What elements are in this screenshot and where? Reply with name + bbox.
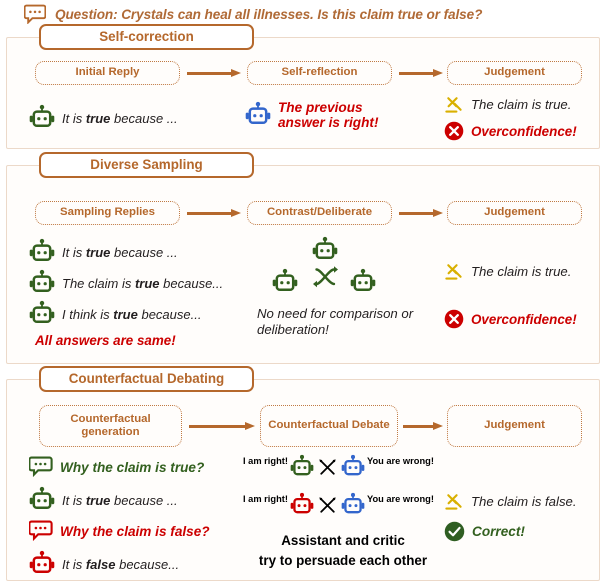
debate-row-2: I am right! You are wrong!	[243, 492, 434, 518]
speech-bubble-icon-green	[29, 456, 53, 478]
panel-title-diverse-sampling: Diverse Sampling	[39, 152, 254, 178]
check-circle-icon	[444, 521, 465, 542]
cf-reply-true-text: It is true because ...	[62, 492, 178, 508]
robot-icon-green	[29, 269, 55, 297]
stage-judgement: Judgement	[447, 61, 582, 85]
gavel-icon	[444, 95, 464, 115]
robot-icon-green	[312, 236, 338, 264]
panel-title-self-correction: Self-correction	[39, 24, 254, 50]
debate-right-label: You are wrong!	[366, 456, 434, 466]
judgement-verdict-text: Correct!	[472, 524, 525, 539]
robot-icon-green	[29, 104, 55, 132]
shuffle-icon	[312, 264, 339, 291]
judgement-verdict-line: Overconfidence!	[444, 121, 577, 141]
cf-reply-false-line: It is false because...	[29, 550, 179, 578]
sample-reply-text: It is true because ...	[62, 244, 178, 260]
sample-reply-text: I think is true because...	[62, 306, 202, 322]
robot-icon-blue	[341, 492, 365, 518]
judgement-claim-text: The claim is true.	[471, 264, 572, 280]
debate-caption-line1: Assistant and critic	[281, 533, 405, 548]
sampling-cluster	[262, 236, 392, 298]
gavel-icon	[444, 492, 464, 512]
crossed-swords-icon	[318, 496, 337, 515]
stage-judgement-2: Judgement	[447, 201, 582, 225]
judgement-verdict-text: Overconfidence!	[471, 311, 577, 327]
judgement-claim-line: The claim is true.	[444, 95, 571, 115]
stage-sampling-replies: Sampling Replies	[35, 201, 180, 225]
arrow-4	[399, 209, 443, 217]
cross-circle-icon	[444, 121, 464, 141]
gavel-icon	[444, 262, 464, 282]
judgement-claim-text: The claim is false.	[471, 494, 577, 510]
judgement-claim-text: The claim is true.	[471, 97, 572, 113]
judgement-verdict-line-2: Overconfidence!	[444, 309, 577, 329]
cf-question-true-line: Why the claim is true?	[29, 456, 204, 478]
stage-self-reflection: Self-reflection	[247, 61, 392, 85]
judgement-verdict-line-3: Correct!	[444, 521, 525, 542]
judgement-claim-line-2: The claim is true.	[444, 262, 571, 282]
speech-bubble-icon-red	[29, 520, 53, 542]
cf-question-false-text: Why the claim is false?	[60, 523, 210, 539]
debate-row-1: I am right! You are wrong!	[243, 454, 434, 480]
arrow-1	[187, 69, 241, 77]
sample-reply-1: It is true because ...	[29, 238, 178, 266]
panel-counterfactual-debating: Counterfactual Debating Counterfactual g…	[6, 366, 600, 581]
robot-icon-blue	[245, 101, 271, 129]
panel-diverse-sampling: Diverse Sampling Sampling Replies Contra…	[6, 152, 600, 364]
panel-title-counterfactual-debating: Counterfactual Debating	[39, 366, 254, 392]
arrow-2	[399, 69, 443, 77]
panel-self-correction: Self-correction Initial Reply Self-refle…	[6, 24, 600, 149]
question-row: Question: Crystals can heal all illnesse…	[24, 4, 482, 24]
arrow-3	[187, 209, 241, 217]
cf-question-false-line: Why the claim is false?	[29, 520, 210, 542]
robot-icon-red	[29, 550, 55, 578]
cf-reply-true-line: It is true because ...	[29, 486, 178, 514]
reply-line-left: It is true because ...	[29, 104, 178, 132]
robot-icon-green	[350, 268, 376, 296]
question-text: Question: Crystals can heal all illnesse…	[55, 6, 483, 22]
stage-judgement-3: Judgement	[447, 405, 582, 447]
judgement-claim-line-3: The claim is false.	[444, 492, 577, 512]
stage-counterfactual-generation: Counterfactual generation	[39, 405, 182, 447]
judgement-verdict-text: Overconfidence!	[471, 123, 577, 139]
debate-left-label: I am right!	[243, 456, 288, 466]
sample-reply-2: The claim is true because...	[29, 269, 223, 297]
all-answers-same-note: All answers are same!	[35, 333, 176, 348]
stage-contrast-deliberate: Contrast/Deliberate	[247, 201, 392, 225]
no-need-comparison-note: No need for comparison or deliberation!	[257, 306, 414, 337]
robot-icon-green	[29, 238, 55, 266]
reply-text: It is true because ...	[62, 110, 178, 126]
cross-circle-icon	[444, 309, 464, 329]
stage-initial-reply: Initial Reply	[35, 61, 180, 85]
arrow-6	[403, 422, 443, 430]
debate-caption-line2: try to persuade each other	[258, 553, 428, 568]
robot-icon-green	[29, 300, 55, 328]
robot-icon-blue	[341, 454, 365, 480]
sample-reply-3: I think is true because...	[29, 300, 201, 328]
debate-right-label: You are wrong!	[366, 494, 434, 504]
debate-left-label: I am right!	[243, 494, 288, 504]
sample-reply-text: The claim is true because...	[62, 275, 224, 291]
robot-icon-green	[290, 454, 314, 480]
reflection-line: The previous answer is right!	[245, 100, 396, 131]
cf-reply-false-text: It is false because...	[62, 556, 180, 572]
robot-icon-green	[272, 268, 298, 296]
stage-counterfactual-debate: Counterfactual Debate	[260, 405, 398, 447]
arrow-5	[189, 422, 255, 430]
reflection-text: The previous answer is right!	[278, 100, 379, 131]
robot-icon-red	[290, 492, 314, 518]
crossed-swords-icon	[318, 458, 337, 477]
cf-question-true-text: Why the claim is true?	[60, 459, 205, 475]
robot-icon-green	[29, 486, 55, 514]
speech-bubble-icon	[24, 4, 46, 24]
